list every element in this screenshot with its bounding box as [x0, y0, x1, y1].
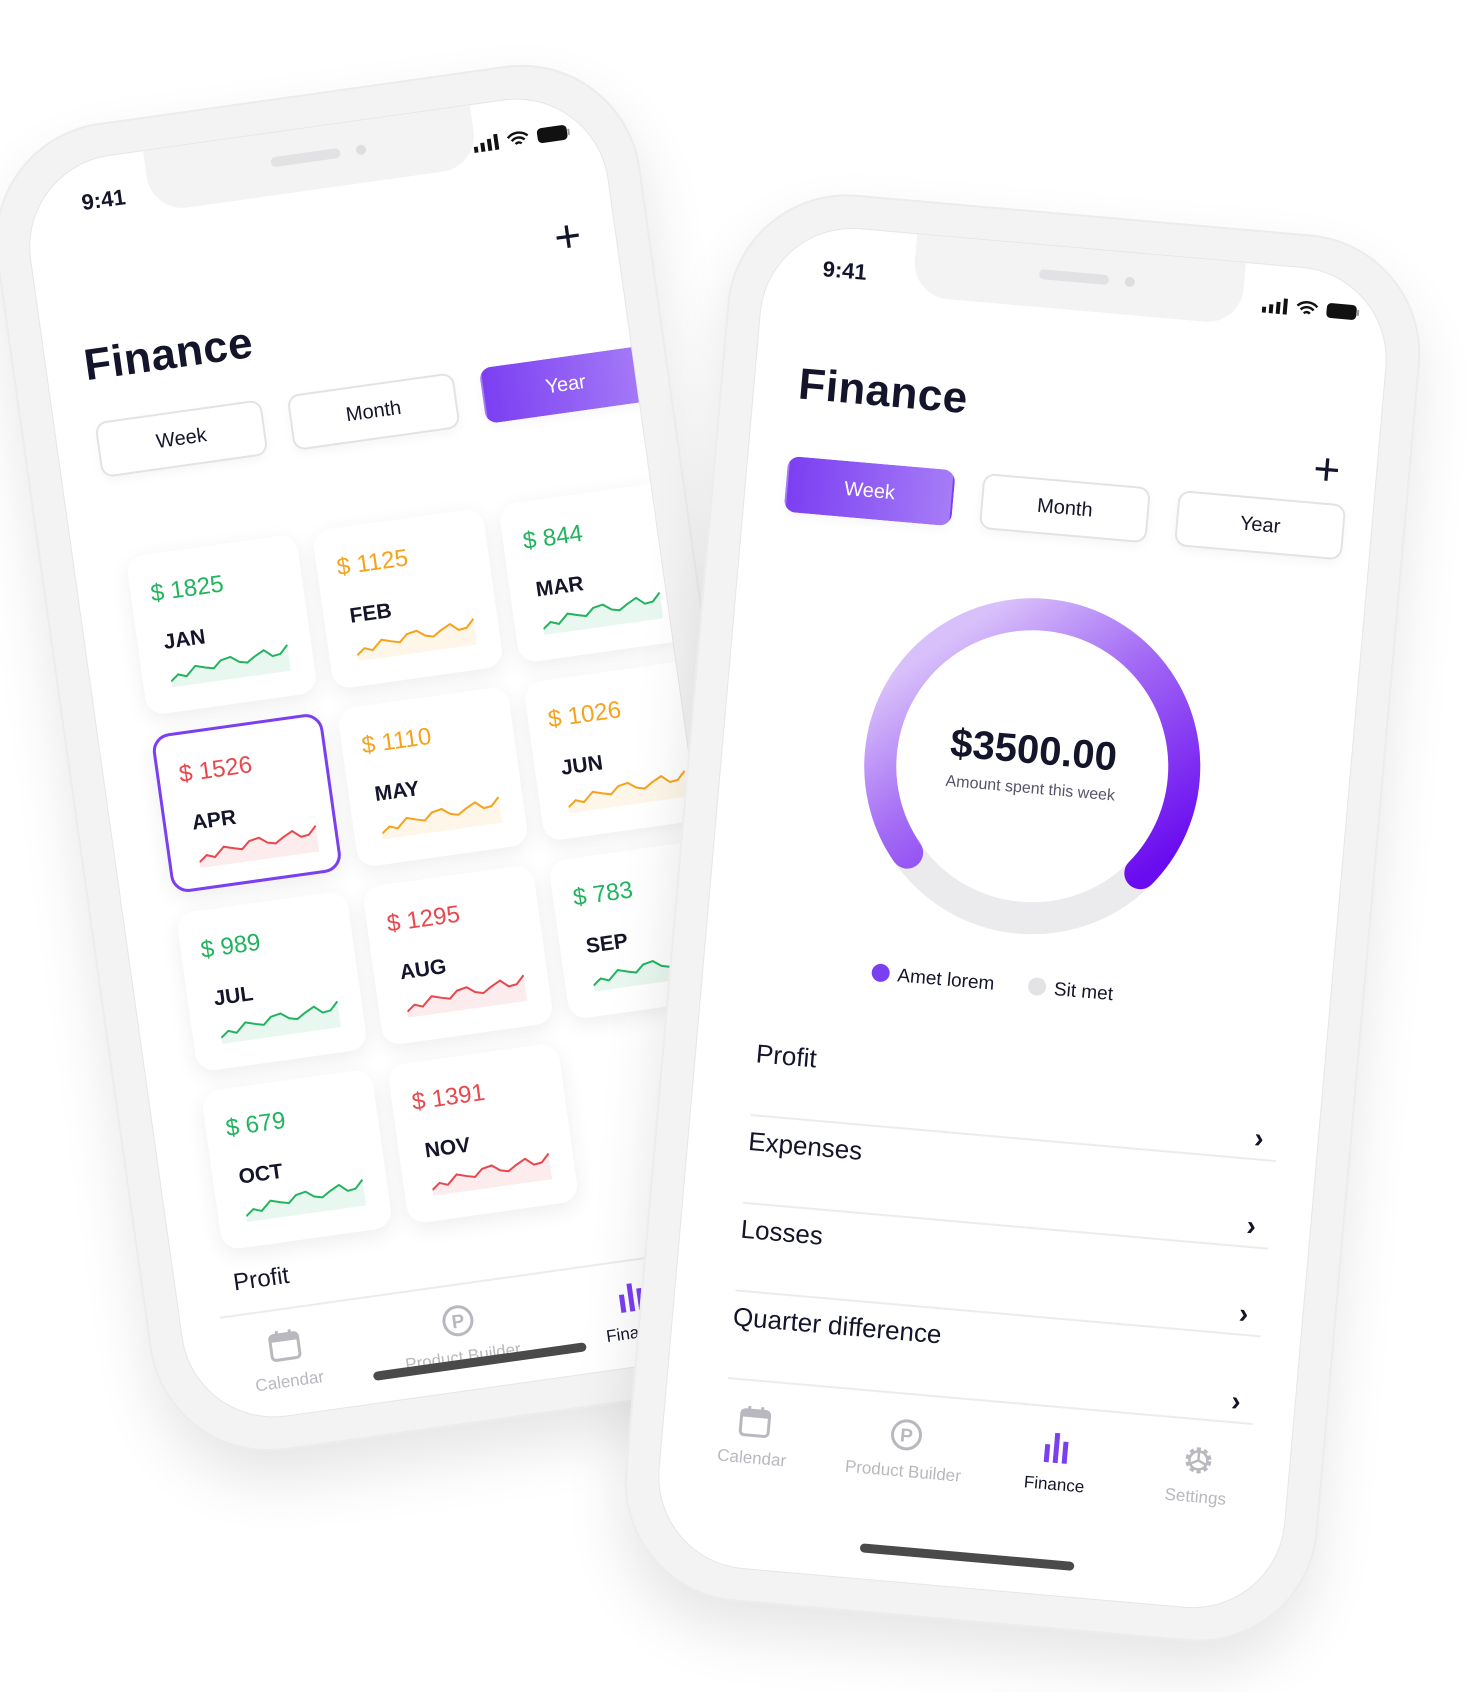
- month-label: MAY: [373, 777, 421, 807]
- month-label: OCT: [237, 1159, 285, 1189]
- notch: [911, 234, 1246, 325]
- chevron-right-icon: ›: [1245, 1209, 1258, 1242]
- month-card-mar[interactable]: $ 844 MAR: [497, 481, 691, 664]
- gear-icon: [1185, 1447, 1212, 1474]
- month-card-nov[interactable]: $ 1391 NOV: [386, 1042, 580, 1225]
- tab-week[interactable]: Week: [783, 455, 956, 527]
- tab-month[interactable]: Month: [286, 372, 461, 452]
- nav-finance[interactable]: Finance: [983, 1425, 1128, 1501]
- month-value: $ 1026: [546, 696, 623, 734]
- month-card-jul[interactable]: $ 989 JUL: [175, 890, 369, 1073]
- tab-year[interactable]: Year: [478, 345, 653, 425]
- month-card-aug[interactable]: $ 1295 AUG: [361, 863, 555, 1047]
- month-card-apr[interactable]: $ 1526 APR: [150, 711, 344, 895]
- month-card-may[interactable]: $ 1110 MAY: [336, 685, 530, 869]
- nav-product-builder[interactable]: P Product Builder: [822, 1411, 987, 1489]
- chevron-right-icon: ›: [1230, 1385, 1243, 1417]
- month-value: $ 1526: [177, 751, 254, 789]
- month-value: $ 679: [224, 1106, 288, 1143]
- month-label: MAR: [534, 572, 585, 602]
- month-value: $ 783: [571, 876, 635, 912]
- month-value: $ 1295: [385, 900, 462, 938]
- home-indicator: [859, 1543, 1075, 1571]
- month-label: SEP: [584, 929, 630, 959]
- calendar-icon: [268, 1329, 302, 1362]
- nav-calendar[interactable]: Calendar: [213, 1318, 361, 1401]
- product-builder-icon: P: [442, 1305, 474, 1337]
- nav-calendar[interactable]: Calendar: [681, 1399, 826, 1475]
- month-label: JAN: [162, 625, 207, 654]
- status-icons: [1261, 297, 1361, 321]
- signal-icon: [1261, 298, 1288, 315]
- month-value: $ 1825: [148, 570, 226, 608]
- add-button[interactable]: +: [551, 208, 585, 263]
- month-label: NOV: [423, 1133, 472, 1163]
- month-value: $ 844: [521, 519, 585, 555]
- tab-month[interactable]: Month: [978, 472, 1152, 544]
- legend-item: Amet lorem: [870, 963, 995, 996]
- wifi-icon: [506, 131, 529, 146]
- battery-icon: [536, 125, 570, 143]
- add-button[interactable]: +: [1311, 442, 1342, 496]
- nav-settings[interactable]: Settings: [1125, 1437, 1270, 1513]
- month-value: $ 1391: [410, 1078, 487, 1116]
- right-screen: 9:41 Finance + Week Month Year $3500.00 …: [651, 221, 1394, 1615]
- tab-week[interactable]: Week: [94, 399, 269, 479]
- month-value: $ 989: [199, 928, 263, 964]
- bar-chart-icon: [1044, 1432, 1069, 1464]
- month-card-oct[interactable]: $ 679 OCT: [200, 1068, 394, 1251]
- month-value: $ 1125: [335, 544, 410, 582]
- page-title: Finance: [80, 318, 256, 391]
- chevron-right-icon: ›: [1237, 1297, 1250, 1330]
- notch: [143, 105, 479, 213]
- donut-legend: Amet lorem Sit met: [870, 963, 1114, 1006]
- month-label: APR: [190, 805, 238, 835]
- period-tabs: Week Month Year: [783, 455, 1347, 561]
- month-card-jan[interactable]: $ 1825 JAN: [125, 533, 319, 717]
- status-icons: [472, 124, 571, 154]
- month-card-feb[interactable]: $ 1125 FEB: [311, 507, 505, 690]
- legend-item: Sit met: [1027, 976, 1114, 1006]
- status-time: 9:41: [79, 184, 128, 216]
- svg-text:P: P: [450, 1311, 466, 1334]
- section-profit: Profit: [231, 1261, 291, 1297]
- chevron-right-icon: ›: [1253, 1122, 1266, 1154]
- wifi-icon: [1296, 301, 1319, 315]
- svg-text:P: P: [899, 1425, 914, 1447]
- signal-icon: [473, 133, 500, 154]
- month-value: $ 1110: [360, 722, 434, 760]
- month-label: JUN: [559, 751, 605, 780]
- month-label: FEB: [348, 599, 394, 628]
- status-time: 9:41: [821, 256, 868, 285]
- tab-year[interactable]: Year: [1174, 490, 1347, 561]
- right-phone: 9:41 Finance + Week Month Year $3500.00 …: [614, 184, 1431, 1652]
- calendar-icon: [738, 1405, 772, 1438]
- month-label: JUL: [212, 982, 255, 1011]
- product-builder-icon: P: [890, 1419, 922, 1451]
- battery-icon: [1326, 303, 1360, 320]
- page-title: Finance: [796, 359, 970, 424]
- spending-donut: $3500.00 Amount spent this week: [848, 582, 1216, 950]
- month-label: AUG: [398, 955, 448, 985]
